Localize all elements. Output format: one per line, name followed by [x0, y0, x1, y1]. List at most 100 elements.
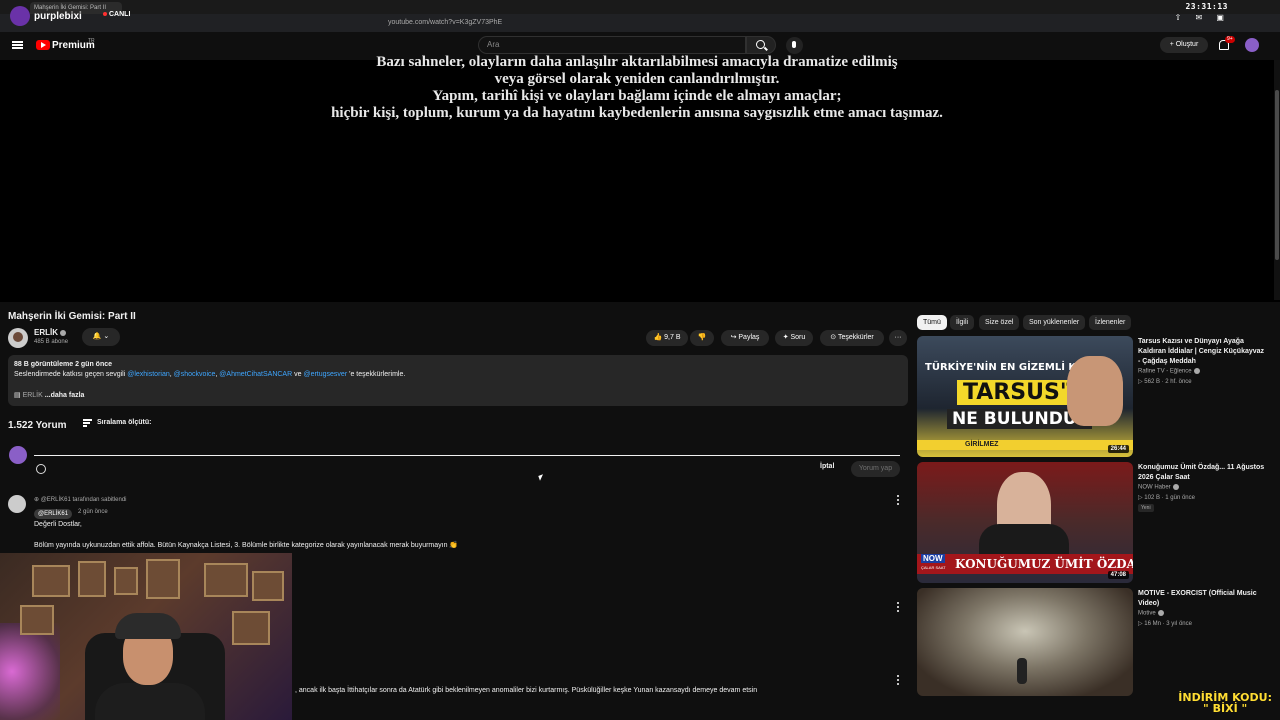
submit-comment-button[interactable]: Yorum yap — [851, 461, 900, 477]
browser-tab-bar: Mahşerin İki Gemisi: Part II 23:31:13 — [0, 0, 1280, 14]
wall-frame — [20, 605, 54, 635]
video-thumbnail[interactable]: KONUĞUMUZ ÜMİT ÖZDAĞ... NOW ÇALAR SAAT 4… — [917, 462, 1133, 583]
video-overlay-text: Bazı sahneler, olayların daha anlaşılır … — [0, 54, 1274, 122]
related-video-title[interactable]: Tarsus Kazısı ve Dünyayı Ayağa Kaldıran … — [1138, 337, 1268, 367]
thumb-logo: NOW — [921, 554, 945, 563]
account-avatar[interactable] — [1245, 38, 1259, 52]
related-video-meta: ▷ 562 B · 2 hf. önce — [1138, 379, 1192, 385]
comment-avatar[interactable] — [8, 495, 26, 513]
mention-link[interactable]: @lexhistorian — [127, 371, 170, 378]
promo-line: " BİXİ " — [1203, 702, 1248, 715]
comment-text: Değerli Dostlar, — [34, 521, 82, 528]
subscribe-bell-button[interactable]: 🔔 ⌄ — [82, 328, 120, 346]
related-video-channel[interactable]: Motive — [1138, 610, 1164, 617]
youtube-logo-icon[interactable] — [36, 40, 50, 50]
pin-icon: ⊕ — [34, 497, 41, 503]
verified-icon — [1193, 368, 1200, 374]
thumb-figure — [1017, 658, 1027, 684]
thumb-logo-sub: ÇALAR SAAT — [921, 565, 946, 570]
mention-link[interactable]: @ertugsesver — [303, 371, 347, 378]
related-video-meta: ▷ 16 Mn · 3 yıl önce — [1138, 621, 1192, 627]
subscriber-count: 485 B abone — [34, 339, 69, 345]
related-video-meta: ▷ 102 B · 1 gün önce — [1138, 495, 1195, 501]
url-field[interactable]: youtube.com/watch?v=K3gZV73PhE — [372, 17, 892, 29]
chip-for-you[interactable]: Size özel — [979, 315, 1020, 330]
description-footer: ▤ ERLİK ...daha fazla — [14, 391, 84, 399]
duration-badge: 47:08 — [1107, 571, 1129, 579]
overlay-line: Bazı sahneler, olayların daha anlaşılır … — [376, 54, 898, 70]
comment-count: 1.522 Yorum — [8, 420, 67, 431]
comment-menu-icon[interactable] — [897, 675, 900, 685]
wall-frame — [114, 567, 138, 595]
comment-input[interactable] — [34, 455, 900, 456]
sparkle-icon: ✦ — [782, 334, 791, 341]
notifications-badge: 9+ — [1225, 36, 1235, 43]
channel-tag-icon: ▤ — [14, 392, 23, 399]
streamer-cap — [115, 613, 181, 639]
mic-icon[interactable] — [786, 37, 803, 54]
cancel-button[interactable]: İptal — [820, 463, 834, 470]
new-badge: Yeni — [1138, 504, 1154, 512]
related-video-title[interactable]: MOTIVE - EXORCIST (Official Music Video) — [1138, 589, 1268, 609]
thanks-icon: ⊙ — [830, 334, 838, 341]
verified-icon — [60, 329, 66, 336]
thumb-text: KONUĞUMUZ ÜMİT ÖZDAĞ... — [917, 554, 1133, 574]
live-dot-icon — [103, 12, 107, 17]
ask-button[interactable]: ✦ Soru — [775, 330, 813, 346]
more-actions-button[interactable]: ··· — [889, 330, 907, 346]
cam-light — [0, 623, 60, 720]
chip-recent[interactable]: Son yüklenenler — [1023, 315, 1086, 330]
comment-text: , ancak ilk başta İttihatçılar sonra da … — [295, 687, 758, 694]
emoji-icon[interactable] — [36, 464, 46, 474]
mention-link[interactable]: @shockvoice — [174, 371, 216, 378]
channel-name[interactable]: ERLİK — [34, 328, 66, 337]
like-button[interactable]: 👍 9,7 B — [646, 330, 688, 346]
share-button[interactable]: ↪ Paylaş — [721, 330, 769, 346]
search-button[interactable] — [746, 36, 776, 54]
show-more-link[interactable]: ...daha fazla — [45, 392, 85, 399]
clock: 23:31:13 — [1185, 2, 1228, 11]
search-icon — [756, 40, 765, 49]
menu-icon[interactable] — [12, 41, 23, 49]
pinned-label: ⊕ @ERLİK61 tarafından sabitlendi — [34, 497, 127, 503]
streamer-torso — [95, 683, 205, 720]
dislike-button[interactable]: 👎 — [690, 330, 714, 346]
wall-frame — [146, 559, 180, 599]
wall-frame — [232, 611, 270, 645]
description-box[interactable] — [8, 355, 908, 406]
live-badge: CANLI — [103, 11, 130, 18]
comment-author[interactable]: @ERLİK61 — [34, 509, 73, 519]
verified-icon — [1157, 610, 1164, 616]
wall-frame — [204, 563, 248, 597]
chip-related[interactable]: İlgili — [950, 315, 975, 330]
related-video-channel[interactable]: Rafine TV - Eğlence — [1138, 368, 1200, 375]
description-text: Seslendirmede katkısı geçen sevgili @lex… — [14, 371, 406, 378]
dislike-icon: 👎 — [697, 334, 707, 341]
search-input[interactable]: Ara — [478, 36, 746, 54]
thanks-button[interactable]: ⊙ Teşekkürler — [820, 330, 884, 346]
comment-menu-icon[interactable] — [897, 495, 900, 505]
video-thumbnail[interactable] — [917, 588, 1133, 696]
chip-watched[interactable]: İzlenenler — [1089, 315, 1132, 330]
comment-menu-icon[interactable] — [897, 602, 900, 612]
create-button[interactable]: + Oluştur — [1160, 37, 1208, 53]
view-stats: 88 B görüntüleme 2 gün önce — [14, 361, 113, 368]
sort-icon[interactable] — [83, 419, 92, 427]
duration-badge: 26:44 — [1107, 445, 1129, 453]
channel-avatar[interactable] — [8, 328, 28, 348]
chip-all[interactable]: Tümü — [917, 315, 947, 330]
comment-time[interactable]: 2 gün önce — [78, 509, 108, 515]
sort-button[interactable]: Sıralama ölçütü: — [97, 419, 151, 426]
related-video-channel[interactable]: NOW Haber — [1138, 484, 1179, 491]
mention-link[interactable]: @AhmetCihatSANCAR — [219, 371, 292, 378]
wall-frame — [32, 565, 70, 597]
video-thumbnail[interactable]: TÜRKİYE'NİN EN GİZEMLİ KAZISI: TARSUS'TA… — [917, 336, 1133, 457]
tray-icons: ⇧ ✉ ▣ — [1174, 13, 1230, 22]
wall-frame — [78, 561, 106, 597]
channel-tag[interactable]: ERLİK — [23, 392, 43, 399]
related-video-title[interactable]: Konuğumuz Ümit Özdağ... 11 Ağustos 2026 … — [1138, 463, 1268, 483]
verified-icon — [1172, 484, 1179, 490]
page-scrollbar[interactable] — [1274, 60, 1280, 300]
streamer — [95, 613, 205, 720]
thumb-face — [1067, 356, 1123, 426]
